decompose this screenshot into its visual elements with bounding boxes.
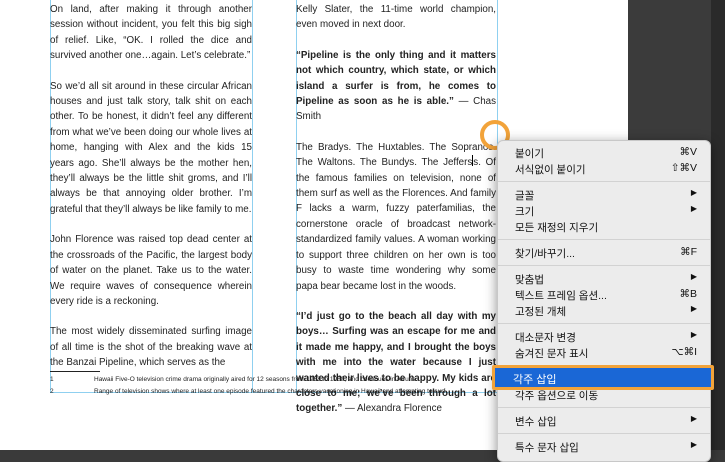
context-menu: 붙이기 ⌘V 서식없이 붙이기 ⇧⌘V 글꼴 ▶ 크기 ▶ 모든 재정의 지우기 찾기/… <box>497 140 711 462</box>
menu-separator <box>498 323 710 324</box>
submenu-arrow-icon: ▶ <box>690 304 697 313</box>
menu-item-find-replace[interactable]: 찾기/바꾸기... ⌘F <box>498 245 710 261</box>
footnote-text: Range of television shows where at least… <box>94 388 448 395</box>
paragraph: John Florence was raised top dead center… <box>50 234 252 307</box>
menu-item-insert-footnote[interactable]: 각주 삽입 <box>492 365 714 390</box>
quote-text: “I’d just go to the beach all day with m… <box>296 310 496 415</box>
menu-separator <box>498 239 710 240</box>
footnote-number: 2 <box>50 388 54 395</box>
footnote-number: 1 <box>50 376 54 383</box>
menu-item-insert-variable[interactable]: 변수 삽입 ▶ <box>498 413 710 429</box>
menu-separator <box>498 433 710 434</box>
submenu-arrow-icon: ▶ <box>690 204 697 213</box>
menu-item-anchored-object[interactable]: 고정된 개체 ▶ <box>498 303 710 319</box>
menu-item-spelling[interactable]: 맞춤법 ▶ <box>498 271 710 287</box>
menu-item-clear-overrides[interactable]: 모든 재정의 지우기 <box>498 219 710 235</box>
footnotes-area: 1 Hawaii Five-O television crime drama or… <box>50 371 510 398</box>
menu-item-size[interactable]: 크기 ▶ <box>498 203 710 219</box>
paragraph: The most widely disseminated surfing ima… <box>50 326 252 369</box>
paragraph: Kelly Slater, the 11-time world champion… <box>296 4 496 31</box>
pull-quote: “Pipeline is the only thing and it matte… <box>296 48 496 125</box>
submenu-arrow-icon: ▶ <box>690 330 697 339</box>
pull-quote: “I’d just go to the beach all day with m… <box>296 309 496 417</box>
paragraph: On land, after making it through another… <box>50 4 252 62</box>
text-column-right[interactable]: Kelly Slater, the 11-time world champion… <box>296 2 496 417</box>
menu-item-change-case[interactable]: 대소문자 변경 ▶ <box>498 329 710 345</box>
menu-item-show-hidden-characters[interactable]: 숨겨진 문자 표시 ⌥⌘I <box>498 345 710 361</box>
text-column-left[interactable]: On land, after making it through another… <box>50 2 252 371</box>
submenu-arrow-icon: ▶ <box>690 188 697 197</box>
paragraph-with-cursor: The Bradys. The Huxtables. The Sopranos.… <box>296 140 496 294</box>
footnote-text: Hawaii Five-O television crime drama ori… <box>94 376 418 383</box>
text-before-cursor: The Bradys. The Huxtables. The Sopranos.… <box>296 141 496 169</box>
submenu-arrow-icon: ▶ <box>690 272 697 281</box>
menu-item-paste[interactable]: 붙이기 ⌘V <box>498 145 710 161</box>
menu-item-paste-without-formatting[interactable]: 서식없이 붙이기 ⇧⌘V <box>498 161 710 177</box>
footnote-separator <box>50 371 100 372</box>
menu-item-insert-special-character[interactable]: 특수 문자 삽입 ▶ <box>498 439 710 455</box>
menu-separator <box>498 407 710 408</box>
text-after-cursor: s. Of the famous families on television,… <box>296 157 496 292</box>
menu-item-label: 각주 삽입 <box>513 374 557 386</box>
submenu-arrow-icon: ▶ <box>690 440 697 449</box>
menu-separator <box>498 181 710 182</box>
menu-separator <box>498 265 710 266</box>
menu-item-font[interactable]: 글꼴 ▶ <box>498 187 710 203</box>
paragraph: So we’d all sit around in these circular… <box>50 80 252 215</box>
quote-attribution: — Alexandra Florence <box>342 403 442 415</box>
footnote: 2 Range of television shows where at leas… <box>50 386 510 398</box>
footnote: 1 Hawaii Five-O television crime drama or… <box>50 374 510 386</box>
submenu-arrow-icon: ▶ <box>690 414 697 423</box>
column-guide-1 <box>252 0 253 392</box>
menu-item-text-frame-options[interactable]: 텍스트 프레임 옵션... ⌘B <box>498 287 710 303</box>
